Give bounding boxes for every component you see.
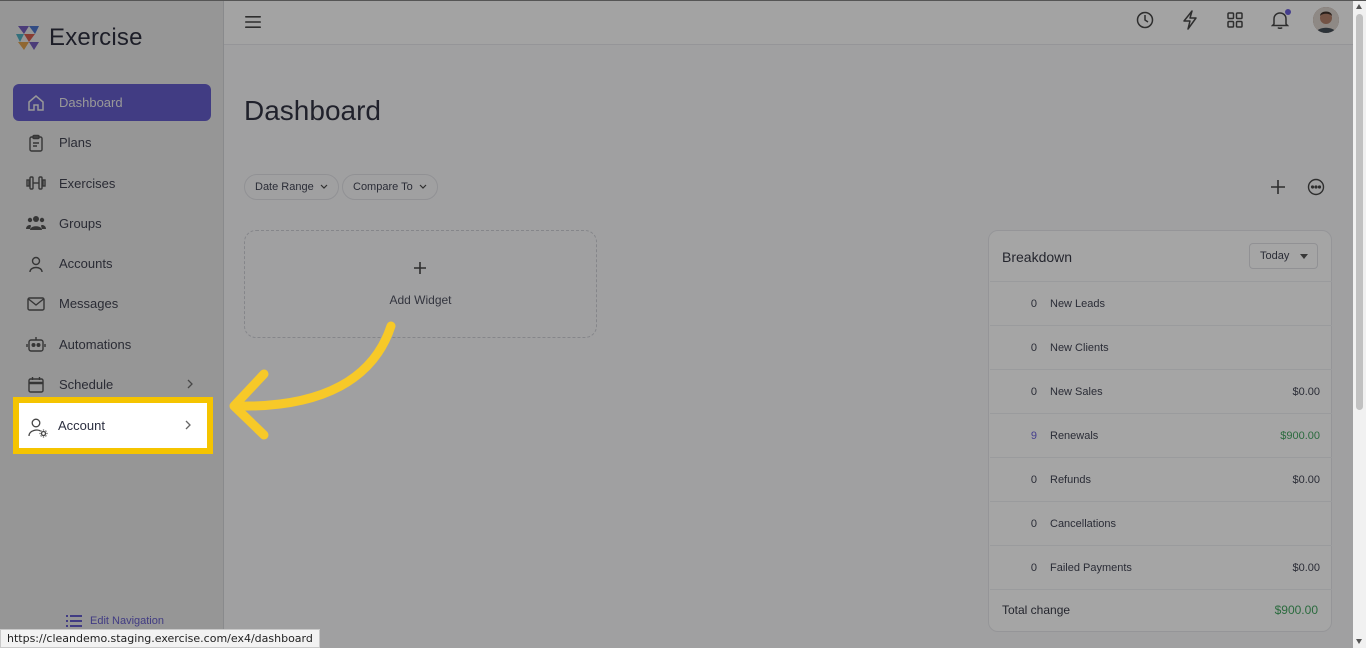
sidebar-item-exercises[interactable]: Exercises xyxy=(13,165,211,202)
add-icon[interactable] xyxy=(1269,178,1287,196)
table-row: 0 Cancellations xyxy=(990,501,1332,545)
notification-dot xyxy=(1285,9,1291,15)
plus-icon xyxy=(414,262,426,274)
sidebar-item-label: Accounts xyxy=(59,256,113,272)
dumbbell-icon xyxy=(25,172,47,194)
status-url: https://cleandemo.staging.exercise.com/e… xyxy=(0,629,320,648)
scrollbar[interactable] xyxy=(1353,0,1366,648)
row-label: Cancellations xyxy=(1050,517,1117,530)
sidebar-item-label: Account xyxy=(58,418,105,433)
chevron-right-icon xyxy=(187,379,193,389)
sidebar-item-messages[interactable]: Messages xyxy=(13,285,211,322)
calendar-icon xyxy=(25,374,47,396)
sidebar-nav: Dashboard Plans Exercises Groups Account… xyxy=(13,84,211,406)
row-count: 0 xyxy=(1030,517,1037,530)
breakdown-title: Breakdown xyxy=(1002,249,1073,265)
breakdown-card: Breakdown Today 0 New Leads 0 New Client… xyxy=(988,230,1332,632)
chevron-right-icon xyxy=(185,420,191,430)
period-select[interactable]: Today xyxy=(1249,243,1318,269)
row-label: New Sales xyxy=(1050,385,1103,398)
list-icon xyxy=(66,615,82,627)
row-count: 0 xyxy=(1030,561,1037,574)
add-widget-label: Add Widget xyxy=(389,293,452,307)
row-label: Renewals xyxy=(1050,429,1099,442)
row-count: 0 xyxy=(1030,341,1037,354)
table-row: 0 New Clients xyxy=(990,325,1332,369)
top-bar xyxy=(224,1,1353,45)
total-change-label: Total change xyxy=(1002,603,1071,617)
sidebar-item-label: Automations xyxy=(59,336,132,352)
users-icon xyxy=(25,212,47,234)
compare-to-filter[interactable]: Compare To xyxy=(342,174,438,200)
sidebar-item-account[interactable]: Account xyxy=(13,397,213,454)
scroll-thumb[interactable] xyxy=(1356,14,1363,410)
date-range-label: Date Range xyxy=(255,181,314,193)
sidebar-item-groups[interactable]: Groups xyxy=(13,205,211,242)
row-label: New Clients xyxy=(1050,341,1109,354)
sidebar-item-plans[interactable]: Plans xyxy=(13,124,211,161)
edit-navigation-link[interactable]: Edit Navigation xyxy=(66,614,164,628)
caret-down-icon xyxy=(1300,254,1308,259)
scroll-down-icon[interactable] xyxy=(1356,639,1362,644)
row-count: 0 xyxy=(1030,297,1037,310)
user-icon xyxy=(25,253,47,275)
row-label: Refunds xyxy=(1050,473,1091,486)
history-icon[interactable] xyxy=(1133,8,1157,32)
sidebar-item-label: Messages xyxy=(59,296,119,312)
table-row: 0 New Leads xyxy=(990,281,1332,325)
hamburger-menu-icon[interactable] xyxy=(244,14,262,30)
sidebar-item-label: Schedule xyxy=(59,377,114,393)
row-amount: $900.00 xyxy=(1280,429,1320,442)
more-options-icon[interactable] xyxy=(1307,178,1325,196)
page-title: Dashboard xyxy=(244,95,381,126)
window-border xyxy=(0,0,1366,1)
sidebar-item-label: Groups xyxy=(59,215,102,231)
clipboard-icon xyxy=(25,132,47,154)
row-amount: $0.00 xyxy=(1292,473,1320,486)
chevron-down-icon xyxy=(419,184,427,189)
app-name: Exercise xyxy=(49,24,143,51)
sidebar: Exercise Dashboard Plans Exercises Group… xyxy=(0,0,224,648)
sidebar-item-label: Plans xyxy=(59,135,92,151)
lightning-icon[interactable] xyxy=(1178,8,1202,32)
user-settings-icon xyxy=(28,418,48,438)
table-row: 0 New Sales $0.00 xyxy=(990,369,1332,413)
compare-to-label: Compare To xyxy=(353,181,413,193)
apps-grid-icon[interactable] xyxy=(1223,8,1247,32)
table-row: 0 Refunds $0.00 xyxy=(990,457,1332,501)
breakdown-rows: 0 New Leads 0 New Clients 0 New Sales $0… xyxy=(990,281,1332,590)
row-amount: $0.00 xyxy=(1292,561,1320,574)
edit-navigation-label: Edit Navigation xyxy=(90,615,164,627)
period-value: Today xyxy=(1260,250,1290,262)
pointer-arrow-icon xyxy=(229,321,396,440)
home-icon xyxy=(25,92,47,114)
date-range-filter[interactable]: Date Range xyxy=(244,174,339,200)
top-actions xyxy=(1133,7,1339,33)
sidebar-item-accounts[interactable]: Accounts xyxy=(13,245,211,282)
avatar[interactable] xyxy=(1313,7,1339,33)
chevron-down-icon xyxy=(320,184,328,189)
row-divider xyxy=(990,589,1332,590)
sidebar-item-automations[interactable]: Automations xyxy=(13,326,211,363)
robot-icon xyxy=(25,333,47,355)
table-row: 0 Failed Payments $0.00 xyxy=(990,545,1332,589)
table-row: 9 Renewals $900.00 xyxy=(990,413,1332,457)
total-change-amount: $900.00 xyxy=(1274,603,1318,617)
bell-icon[interactable] xyxy=(1268,8,1292,32)
exercise-logo xyxy=(16,26,39,50)
row-count: 0 xyxy=(1030,385,1037,398)
sidebar-item-label: Exercises xyxy=(59,175,116,191)
sidebar-item-label: Dashboard xyxy=(59,95,123,110)
row-count: 0 xyxy=(1030,473,1037,486)
brand[interactable]: Exercise xyxy=(15,24,143,52)
scroll-up-icon[interactable] xyxy=(1356,4,1362,9)
row-count: 9 xyxy=(1030,429,1037,442)
row-label: Failed Payments xyxy=(1050,561,1132,574)
row-label: New Leads xyxy=(1050,297,1106,310)
mail-icon xyxy=(25,293,47,315)
sidebar-item-dashboard[interactable]: Dashboard xyxy=(13,84,211,121)
row-amount: $0.00 xyxy=(1292,385,1320,398)
